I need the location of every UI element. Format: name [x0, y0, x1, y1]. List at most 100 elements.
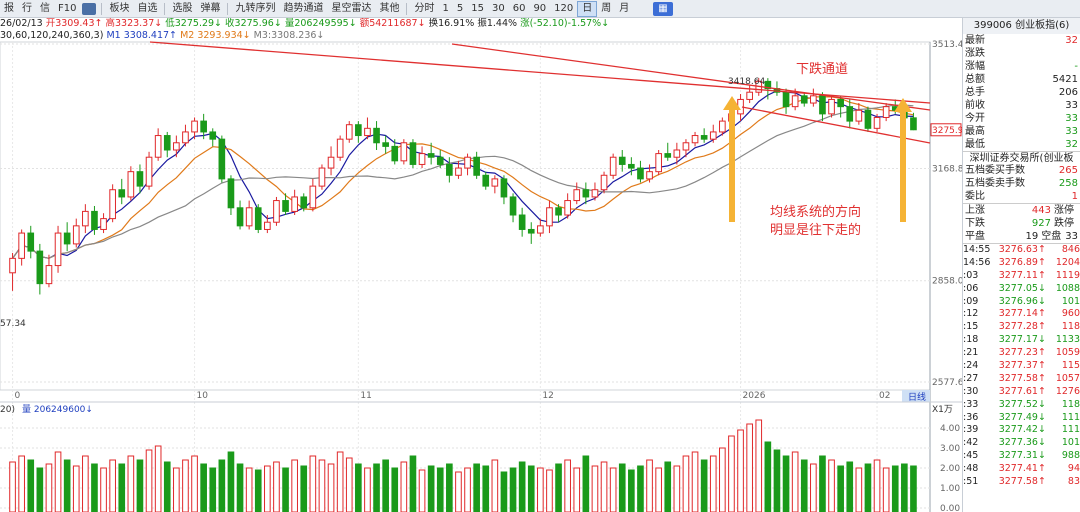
- candle-body[interactable]: [618, 156, 626, 165]
- candle-body[interactable]: [646, 171, 653, 180]
- candle-body[interactable]: [782, 91, 790, 108]
- candle-body[interactable]: [664, 153, 672, 158]
- candle-body[interactable]: [391, 145, 399, 162]
- candle-body[interactable]: [145, 156, 153, 187]
- candle-body[interactable]: [482, 174, 490, 187]
- candle-body[interactable]: [637, 167, 644, 180]
- ma-annotation-line1: 均线系统的方向: [770, 205, 862, 220]
- candle-body[interactable]: [400, 142, 408, 162]
- candle-body[interactable]: [846, 106, 854, 122]
- candle-body[interactable]: [910, 117, 917, 131]
- candle-body[interactable]: [719, 120, 726, 133]
- candle-body[interactable]: [491, 178, 499, 187]
- candle-body[interactable]: [182, 131, 189, 144]
- candle-body[interactable]: [91, 210, 98, 230]
- candle-body[interactable]: [382, 142, 389, 147]
- candle-body[interactable]: [54, 232, 62, 267]
- candle-body[interactable]: [828, 98, 835, 115]
- candle-body[interactable]: [327, 156, 335, 169]
- candle-body[interactable]: [9, 257, 16, 274]
- candle-body[interactable]: [63, 232, 71, 245]
- candle-body[interactable]: [109, 189, 116, 220]
- candle-body[interactable]: [282, 200, 289, 212]
- candle-body[interactable]: [72, 225, 80, 245]
- candle-body[interactable]: [500, 178, 508, 198]
- candle-body[interactable]: [546, 207, 553, 227]
- candle-body[interactable]: [591, 189, 599, 198]
- candle-body[interactable]: [209, 131, 217, 140]
- breadth-row: 平盘 19 空盘 33: [963, 230, 1080, 243]
- tick-row: :21 3277.23↑ 1059: [963, 347, 1080, 360]
- candle-body[interactable]: [800, 95, 808, 104]
- candle-body[interactable]: [609, 156, 617, 176]
- candle-body[interactable]: [191, 120, 198, 133]
- candle-body[interactable]: [455, 167, 462, 176]
- candle-body[interactable]: [236, 207, 244, 227]
- candle-body[interactable]: [254, 207, 262, 230]
- candle-body[interactable]: [82, 210, 89, 227]
- candle-body[interactable]: [45, 265, 53, 285]
- candle-body[interactable]: [446, 163, 453, 176]
- candle-body[interactable]: [436, 156, 444, 165]
- candle-body[interactable]: [364, 127, 371, 137]
- candle-body[interactable]: [291, 196, 298, 212]
- candle-body[interactable]: [600, 174, 608, 191]
- candle-body[interactable]: [418, 153, 426, 165]
- candle-body[interactable]: [273, 200, 280, 223]
- candle-body[interactable]: [655, 153, 662, 173]
- candle-body[interactable]: [118, 189, 126, 198]
- candle-body[interactable]: [464, 156, 471, 169]
- candle-body[interactable]: [573, 189, 581, 202]
- candle-body[interactable]: [673, 149, 681, 158]
- candle-body[interactable]: [355, 124, 362, 137]
- candle-body[interactable]: [373, 127, 380, 144]
- candle-body[interactable]: [100, 218, 107, 230]
- candle-body[interactable]: [855, 109, 863, 122]
- candle-body[interactable]: [882, 106, 890, 118]
- candle-body[interactable]: [509, 196, 517, 216]
- candle-body[interactable]: [27, 232, 35, 252]
- candle-body[interactable]: [746, 91, 753, 100]
- candle-body[interactable]: [200, 120, 207, 133]
- candle-body[interactable]: [154, 135, 162, 158]
- candle-body[interactable]: [791, 95, 799, 108]
- candle-body[interactable]: [691, 135, 699, 144]
- candle-body[interactable]: [473, 156, 480, 176]
- candle-body[interactable]: [810, 95, 817, 104]
- volume-bar: [154, 445, 162, 512]
- candle-body[interactable]: [527, 228, 535, 234]
- candle-body[interactable]: [300, 196, 308, 209]
- candle-body[interactable]: [218, 138, 226, 180]
- candle-body[interactable]: [819, 95, 826, 115]
- candle-body[interactable]: [837, 98, 844, 108]
- quote-field-row: 最新 32: [963, 34, 1080, 47]
- candle-body[interactable]: [264, 221, 271, 230]
- volume-bar: [355, 463, 362, 512]
- candle-body[interactable]: [245, 207, 253, 227]
- candle-body[interactable]: [163, 135, 171, 151]
- candle-body[interactable]: [873, 116, 881, 129]
- candle-body[interactable]: [18, 232, 25, 259]
- candle-body[interactable]: [409, 142, 417, 165]
- candle-body[interactable]: [173, 142, 180, 151]
- candle-body[interactable]: [318, 167, 326, 187]
- candle-body[interactable]: [518, 214, 526, 230]
- candle-body[interactable]: [227, 178, 235, 209]
- candle-body[interactable]: [700, 135, 708, 140]
- candle-body[interactable]: [345, 124, 353, 140]
- candle-body[interactable]: [709, 131, 717, 140]
- candle-body[interactable]: [427, 153, 435, 158]
- candle-body[interactable]: [136, 171, 144, 187]
- candle-body[interactable]: [682, 142, 690, 151]
- candle-body[interactable]: [564, 200, 571, 216]
- candle-body[interactable]: [309, 185, 317, 209]
- candle-body[interactable]: [864, 109, 872, 129]
- candle-body[interactable]: [127, 171, 135, 198]
- candle-body[interactable]: [537, 225, 544, 234]
- candle-body[interactable]: [628, 163, 635, 169]
- tick-time: :30: [963, 385, 979, 397]
- candle-body[interactable]: [582, 189, 590, 198]
- candle-body[interactable]: [555, 207, 562, 216]
- candle-body[interactable]: [36, 250, 44, 285]
- candle-body[interactable]: [336, 138, 344, 158]
